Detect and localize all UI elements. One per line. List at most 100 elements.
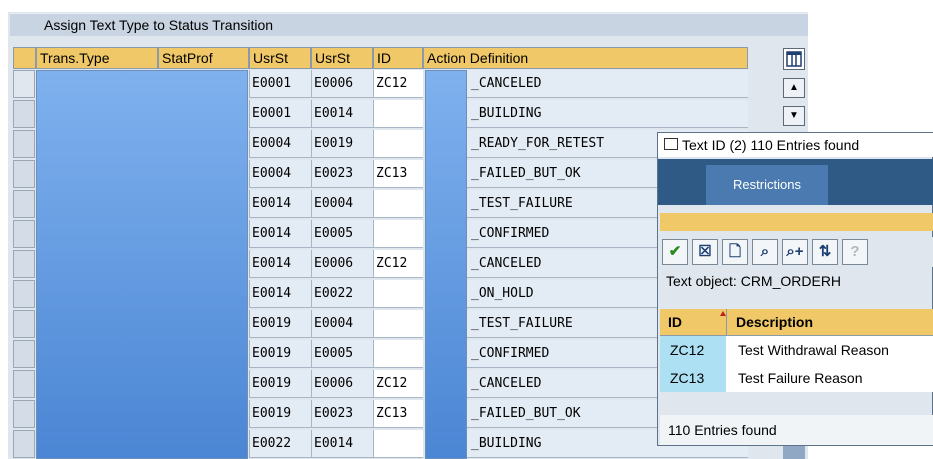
row-selector[interactable]: [13, 160, 35, 188]
col-description-header[interactable]: Description: [736, 309, 813, 335]
column-divider: [726, 309, 727, 335]
id-cell[interactable]: [373, 130, 423, 158]
restrictions-bar: [660, 213, 933, 231]
select-all-header[interactable]: [13, 47, 36, 69]
usrst-from-cell[interactable]: E0019: [249, 370, 311, 398]
entries-found-text: 110 Entries found: [668, 422, 777, 438]
id-cell[interactable]: ZC12: [373, 250, 423, 278]
col-usrst-from[interactable]: UsrSt: [249, 47, 311, 69]
usrst-to-cell[interactable]: E0006: [311, 250, 373, 278]
id-cell[interactable]: [373, 280, 423, 308]
check-button[interactable]: ✔: [662, 239, 688, 265]
usrst-to-cell[interactable]: E0004: [311, 190, 373, 218]
usrst-from-cell[interactable]: E0019: [249, 400, 311, 428]
action-definition-cell[interactable]: _CANCELED: [467, 70, 748, 98]
usrst-to-cell[interactable]: E0006: [311, 70, 373, 98]
help-icon: ?: [850, 243, 860, 260]
id-cell[interactable]: ZC13: [373, 160, 423, 188]
usrst-from-cell[interactable]: E0001: [249, 100, 311, 128]
new-document-button[interactable]: 🗋: [722, 239, 748, 265]
usrst-from-cell[interactable]: E0014: [249, 250, 311, 278]
usrst-from-cell[interactable]: E0014: [249, 190, 311, 218]
row-selector[interactable]: [13, 190, 35, 218]
col-statprof[interactable]: StatProf: [158, 47, 249, 69]
col-action-definition[interactable]: Action Definition: [423, 47, 748, 69]
help-button[interactable]: ?: [842, 239, 868, 265]
usrst-to-cell[interactable]: E0014: [311, 100, 373, 128]
popup-title-bar: Text ID (2) 110 Entries found: [658, 133, 933, 157]
id-cell[interactable]: [373, 430, 423, 458]
find-next-icon: ⌕+: [786, 243, 804, 260]
col-usrst-to[interactable]: UsrSt: [311, 47, 373, 69]
usrst-to-cell[interactable]: E0004: [311, 310, 373, 338]
id-cell[interactable]: ZC12: [373, 70, 423, 98]
row-selector[interactable]: [13, 100, 35, 128]
usrst-to-cell[interactable]: E0023: [311, 160, 373, 188]
action-definition-cell[interactable]: _BUILDING: [467, 100, 748, 128]
usrst-to-cell[interactable]: E0019: [311, 130, 373, 158]
tab-restrictions[interactable]: Restrictions: [706, 165, 828, 205]
usrst-to-cell[interactable]: E0023: [311, 400, 373, 428]
row-selector[interactable]: [13, 130, 35, 158]
result-description: Test Withdrawal Reason: [738, 342, 889, 358]
id-cell[interactable]: ZC13: [373, 400, 423, 428]
usrst-to-cell[interactable]: E0005: [311, 220, 373, 248]
col-trans-type[interactable]: Trans.Type: [36, 47, 158, 69]
usrst-from-cell[interactable]: E0019: [249, 340, 311, 368]
id-cell[interactable]: ZC12: [373, 370, 423, 398]
row-selector[interactable]: [13, 340, 35, 368]
usrst-from-cell[interactable]: E0014: [249, 220, 311, 248]
usrst-to-cell[interactable]: E0022: [311, 280, 373, 308]
window-icon: [664, 138, 678, 150]
usrst-to-cell[interactable]: E0006: [311, 370, 373, 398]
selected-trans-type-block[interactable]: [36, 70, 248, 459]
row-selector[interactable]: [13, 280, 35, 308]
cancel-icon: ☒: [698, 243, 712, 260]
usrst-from-cell[interactable]: E0004: [249, 160, 311, 188]
usrst-from-cell[interactable]: E0001: [249, 70, 311, 98]
usrst-from-cell[interactable]: E0019: [249, 310, 311, 338]
sort-button[interactable]: ⇅: [812, 239, 838, 265]
id-cell[interactable]: [373, 220, 423, 248]
popup-title: Text ID (2) 110 Entries found: [682, 137, 860, 153]
result-description: Test Failure Reason: [738, 370, 863, 386]
id-cell[interactable]: [373, 100, 423, 128]
new-document-icon: 🗋: [728, 243, 742, 260]
table-title: Assign Text Type to Status Transition: [44, 17, 274, 33]
find-button[interactable]: ⌕: [752, 239, 778, 265]
result-row[interactable]: ZC12 Test Withdrawal Reason: [660, 336, 933, 364]
popup-status-bar: 110 Entries found: [660, 415, 933, 445]
find-next-button[interactable]: ⌕+: [782, 239, 808, 265]
col-id-header[interactable]: ID: [668, 309, 682, 335]
row-selector[interactable]: [13, 70, 35, 98]
usrst-from-cell[interactable]: E0014: [249, 280, 311, 308]
id-cell[interactable]: [373, 340, 423, 368]
columns-icon: [786, 51, 802, 67]
selected-action-block[interactable]: [425, 70, 467, 459]
result-id: ZC12: [670, 342, 705, 358]
usrst-from-cell[interactable]: E0022: [249, 430, 311, 458]
row-selector[interactable]: [13, 250, 35, 278]
id-cell[interactable]: [373, 190, 423, 218]
sort-icon: ⇅: [818, 243, 832, 260]
col-id[interactable]: ID: [373, 47, 423, 69]
row-selector[interactable]: [13, 370, 35, 398]
id-cell[interactable]: [373, 310, 423, 338]
result-row[interactable]: ZC13 Test Failure Reason: [660, 364, 933, 392]
check-icon: ✔: [668, 243, 682, 260]
scroll-up-button[interactable]: ▲: [783, 78, 805, 98]
row-selector[interactable]: [13, 220, 35, 248]
result-list-header: ID Description: [660, 309, 933, 336]
cancel-button[interactable]: ☒: [692, 239, 718, 265]
usrst-to-cell[interactable]: E0014: [311, 430, 373, 458]
usrst-from-cell[interactable]: E0004: [249, 130, 311, 158]
usrst-to-cell[interactable]: E0005: [311, 340, 373, 368]
result-id: ZC13: [670, 370, 705, 386]
row-selector[interactable]: [13, 310, 35, 338]
find-icon: ⌕: [760, 243, 770, 260]
table-title-bar: Assign Text Type to Status Transition: [10, 13, 808, 36]
row-selector[interactable]: [13, 430, 35, 458]
row-selector[interactable]: [13, 400, 35, 428]
scroll-down-button[interactable]: ▼: [783, 106, 805, 126]
table-settings-button[interactable]: [783, 48, 805, 70]
